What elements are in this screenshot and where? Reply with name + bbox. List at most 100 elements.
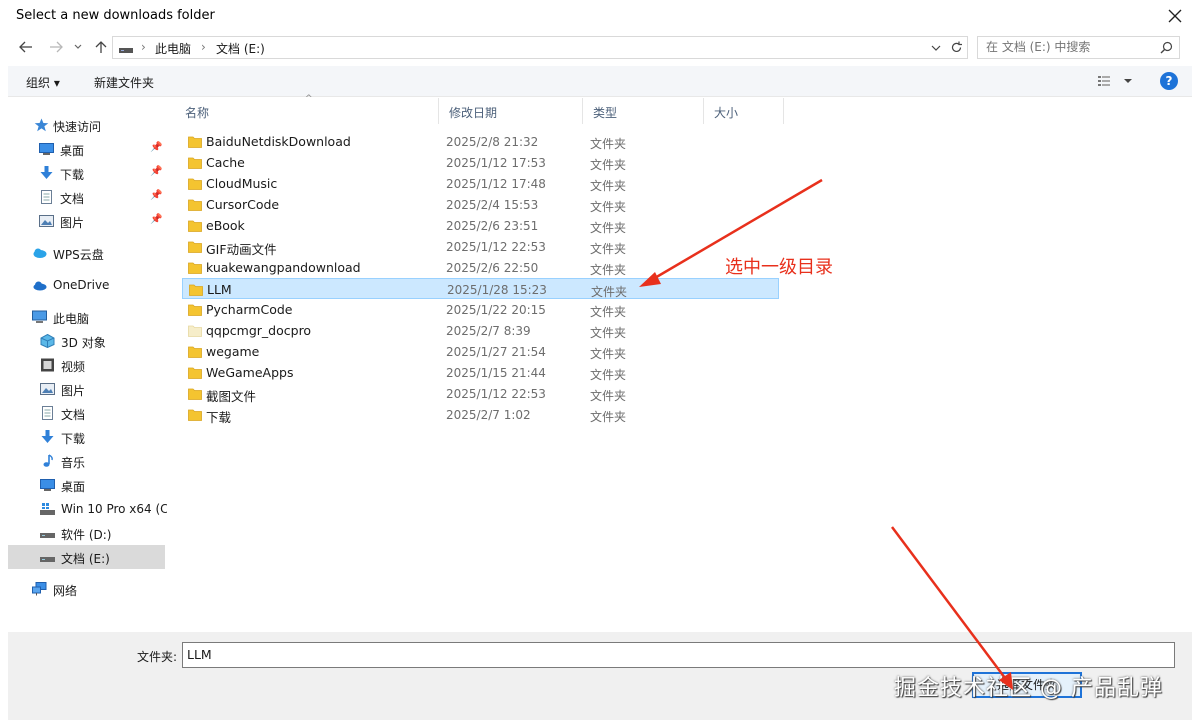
download-icon: [41, 430, 54, 443]
up-arrow-icon[interactable]: [93, 39, 109, 55]
new-folder-button[interactable]: 新建文件夹: [94, 74, 154, 91]
recent-locations-chevron-icon[interactable]: [73, 39, 83, 55]
annotation-label: 选中一级目录: [725, 257, 833, 278]
pin-icon[interactable]: 📌: [150, 214, 162, 225]
folder-icon: [188, 325, 202, 337]
file-row[interactable]: Cache 2025/1/12 17:53 文件夹: [182, 152, 779, 173]
file-name: Cache: [206, 155, 245, 170]
document-icon: [41, 190, 52, 204]
sidebar-item-drive-d[interactable]: 软件 (D:): [8, 521, 165, 545]
file-name: 截图文件: [206, 389, 257, 404]
sidebar-item-desktop[interactable]: 桌面 📌: [8, 137, 165, 161]
pin-icon[interactable]: 📌: [150, 190, 162, 201]
file-row[interactable]: GIF动画文件 2025/1/12 22:53 文件夹: [182, 236, 779, 257]
file-row[interactable]: PycharmCode 2025/1/22 20:15 文件夹: [182, 299, 779, 320]
sidebar-item-this-pc[interactable]: 此电脑: [8, 305, 165, 329]
file-row[interactable]: wegame 2025/1/27 21:54 文件夹: [182, 341, 779, 362]
navigation-pane: 快速访问 桌面 📌 下载 📌 文档 📌 图片 📌 WPS云盘 OneDrive …: [8, 98, 169, 632]
folder-icon: [188, 199, 202, 211]
sidebar-item-network[interactable]: 网络: [8, 577, 165, 601]
sidebar-item-label: 图片: [60, 216, 85, 230]
sidebar-item-label: WPS云盘: [53, 248, 104, 262]
sidebar-item-drive-c[interactable]: Win 10 Pro x64 (C: [8, 497, 169, 521]
file-type: 文件夹: [590, 137, 627, 151]
sidebar-item-label: 3D 对象: [61, 336, 106, 350]
breadcrumb-this-pc[interactable]: 此电脑: [155, 40, 191, 57]
breadcrumb-separator-icon: ›: [141, 40, 146, 54]
file-type: 文件夹: [590, 263, 627, 277]
sidebar-item-downloads-pc[interactable]: 下载: [8, 425, 165, 449]
pin-icon[interactable]: 📌: [150, 142, 162, 153]
folder-icon: [188, 304, 202, 316]
sidebar-item-music[interactable]: 音乐: [8, 449, 165, 473]
folder-icon: [188, 220, 202, 232]
organize-menu-button[interactable]: 组织 ▾: [26, 74, 60, 91]
column-header-label: 名称: [185, 106, 210, 120]
search-box[interactable]: [977, 36, 1180, 59]
file-row[interactable]: eBook 2025/2/6 23:51 文件夹: [182, 215, 779, 236]
file-type: 文件夹: [590, 221, 627, 235]
windows-drive-icon: [40, 503, 55, 515]
sidebar-item-videos[interactable]: 视频: [8, 353, 165, 377]
help-icon[interactable]: ?: [1160, 72, 1178, 90]
folder-field-label: 文件夹:: [137, 650, 178, 664]
sidebar-item-label: 软件 (D:): [61, 528, 112, 542]
music-icon: [43, 454, 53, 467]
title-bar: Select a new downloads folder: [0, 0, 1200, 32]
file-row[interactable]: CursorCode 2025/2/4 15:53 文件夹: [182, 194, 779, 215]
address-bar[interactable]: › 此电脑 › 文档 (E:): [112, 36, 968, 59]
sidebar-item-3d-objects[interactable]: 3D 对象: [8, 329, 165, 353]
sidebar-item-quick-access[interactable]: 快速访问: [8, 113, 165, 137]
breadcrumb-drive-e[interactable]: 文档 (E:): [216, 40, 265, 57]
view-options-icon[interactable]: [1098, 75, 1114, 87]
column-header-size[interactable]: 大小: [704, 98, 784, 124]
sidebar-item-pictures-pc[interactable]: 图片: [8, 377, 165, 401]
file-list-pane: ^ 名称 修改日期 类型 大小 BaiduNetdiskDownload 2025…: [167, 94, 1192, 632]
sidebar-item-label: 下载: [61, 432, 86, 446]
column-header-type[interactable]: 类型: [583, 98, 704, 124]
sidebar-item-downloads[interactable]: 下载 📌: [8, 161, 165, 185]
file-row[interactable]: CloudMusic 2025/1/12 17:48 文件夹: [182, 173, 779, 194]
address-dropdown-chevron-icon[interactable]: [931, 43, 941, 53]
sidebar-item-wps-cloud[interactable]: WPS云盘: [8, 241, 165, 265]
search-icon[interactable]: [1160, 41, 1173, 54]
column-header-modified[interactable]: 修改日期: [439, 98, 583, 124]
pin-icon[interactable]: 📌: [150, 166, 162, 177]
sidebar-item-documents[interactable]: 文档 📌: [8, 185, 165, 209]
view-dropdown-chevron-icon[interactable]: [1124, 77, 1132, 85]
sidebar-item-onedrive[interactable]: OneDrive: [8, 273, 165, 297]
forward-arrow-icon[interactable]: [48, 39, 64, 55]
sidebar-item-documents-pc[interactable]: 文档: [8, 401, 165, 425]
sidebar-item-label: 桌面: [61, 480, 86, 494]
folder-icon: [188, 262, 202, 274]
file-modified-date: 2025/2/6 22:50: [446, 261, 539, 275]
folder-icon: [188, 157, 202, 169]
close-icon[interactable]: [1164, 5, 1186, 27]
video-icon: [41, 358, 54, 372]
file-row[interactable]: LLM 2025/1/28 15:23 文件夹: [182, 278, 779, 299]
file-name: kuakewangpandownload: [206, 260, 361, 275]
file-row[interactable]: WeGameApps 2025/1/15 21:44 文件夹: [182, 362, 779, 383]
file-row[interactable]: 下载 2025/2/7 1:02 文件夹: [182, 404, 779, 425]
file-row[interactable]: kuakewangpandownload 2025/2/6 22:50 文件夹: [182, 257, 779, 278]
back-arrow-icon[interactable]: [18, 39, 34, 55]
file-row[interactable]: BaiduNetdiskDownload 2025/2/8 21:32 文件夹: [182, 131, 779, 152]
file-row[interactable]: qqpcmgr_docpro 2025/2/7 8:39 文件夹: [182, 320, 779, 341]
file-modified-date: 2025/1/12 17:48: [446, 177, 546, 191]
folder-name-input[interactable]: LLM: [182, 642, 1175, 668]
file-modified-date: 2025/2/4 15:53: [446, 198, 539, 212]
sidebar-item-drive-e[interactable]: 文档 (E:): [8, 545, 165, 569]
sidebar-item-pictures[interactable]: 图片 📌: [8, 209, 165, 233]
file-modified-date: 2025/2/7 8:39: [446, 324, 531, 338]
file-name: WeGameApps: [206, 365, 294, 380]
sidebar-item-label: 桌面: [60, 144, 85, 158]
file-row[interactable]: 截图文件 2025/1/12 22:53 文件夹: [182, 383, 779, 404]
refresh-icon[interactable]: [950, 41, 963, 54]
search-input[interactable]: [986, 40, 1156, 54]
sidebar-item-label: 文档: [60, 192, 85, 206]
watermark-text: 掘金技术社区 @ 产品乱弹: [894, 676, 1163, 701]
file-name: eBook: [206, 218, 245, 233]
column-header-name[interactable]: 名称: [175, 98, 439, 124]
drive-icon: [119, 48, 133, 53]
sidebar-item-desktop-pc[interactable]: 桌面: [8, 473, 165, 497]
